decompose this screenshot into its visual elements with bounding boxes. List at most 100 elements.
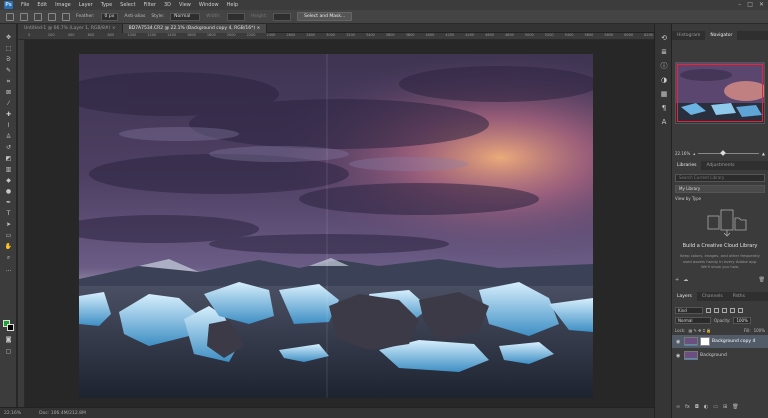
adjustment-layer-icon[interactable]: ◐ [704, 404, 708, 410]
filter-smart-object-icon[interactable] [738, 307, 743, 313]
tab-layers[interactable]: Layers [672, 292, 697, 301]
marquee-tool-icon[interactable]: ⬚ [4, 45, 13, 52]
menu-filter[interactable]: Filter [144, 2, 156, 8]
hand-tool-icon[interactable]: ✋ [4, 243, 13, 250]
menu-type[interactable]: Type [101, 2, 112, 8]
zoom-out-icon[interactable]: ▴ [693, 151, 695, 156]
layer-row[interactable]: ◉ Background [672, 349, 768, 362]
tab-adjustments[interactable]: Adjustments [701, 161, 739, 170]
trash-icon[interactable]: 🗑 [759, 277, 765, 283]
cloud-icon[interactable]: ☁ [683, 277, 688, 283]
tab-paths[interactable]: Paths [728, 292, 750, 301]
lasso-tool-icon[interactable]: ᘐ [4, 56, 13, 63]
layer-row[interactable]: ◉ Background copy 4 [672, 335, 768, 348]
character-panel-icon[interactable]: A [660, 118, 668, 126]
layer-style-icon[interactable]: fx [685, 404, 690, 410]
add-mask-icon[interactable]: ◘ [695, 404, 699, 410]
clone-stamp-icon[interactable]: ♙ [4, 133, 13, 140]
rectangle-tool-icon[interactable]: ▭ [4, 232, 13, 239]
menu-help[interactable]: Help [227, 2, 238, 8]
visibility-eye-icon[interactable]: ◉ [676, 339, 682, 345]
menu-image[interactable]: Image [55, 2, 71, 8]
eraser-tool-icon[interactable]: ◩ [4, 155, 13, 162]
document-image[interactable] [79, 54, 593, 398]
frame-tool-icon[interactable]: ⊠ [4, 89, 13, 96]
layer-name[interactable]: Background [700, 353, 727, 358]
zoom-slider-handle[interactable] [720, 150, 727, 156]
color-panel-icon[interactable]: ◑ [660, 76, 668, 84]
quick-select-tool-icon[interactable]: ✎ [4, 67, 13, 74]
width-input[interactable] [226, 12, 245, 21]
canvas-area[interactable] [25, 40, 654, 407]
menu-window[interactable]: Window [199, 2, 219, 8]
layer-mask-thumbnail[interactable] [700, 337, 710, 346]
filter-shape-icon[interactable] [730, 307, 735, 313]
tab-channels[interactable]: Channels [697, 292, 728, 301]
height-input[interactable] [273, 12, 292, 21]
navigator-view-frame[interactable] [677, 64, 763, 122]
tab-navigator[interactable]: Navigator [705, 31, 738, 40]
maximize-button[interactable]: □ [747, 1, 753, 8]
dodge-tool-icon[interactable]: ● [4, 188, 13, 195]
swatches-panel-icon[interactable]: ▦ [660, 90, 668, 98]
add-content-icon[interactable]: + [675, 277, 679, 283]
filter-adjustment-icon[interactable] [714, 307, 719, 313]
zoom-slider[interactable] [698, 150, 759, 156]
close-button[interactable]: ✕ [759, 1, 764, 8]
lock-icons[interactable]: ▦ ✎ ✥ ⌗ 🔒 [688, 328, 711, 333]
blur-tool-icon[interactable]: ◆ [4, 177, 13, 184]
history-brush-icon[interactable]: ↺ [4, 144, 13, 151]
properties-panel-icon[interactable]: ≣ [660, 48, 668, 56]
menu-edit[interactable]: Edit [37, 2, 47, 8]
more-tools-icon[interactable]: ··· [4, 268, 13, 275]
status-zoom[interactable]: 22.16% [4, 411, 21, 416]
eyedropper-tool-icon[interactable]: ⁄ [4, 100, 13, 107]
new-selection-icon[interactable] [20, 12, 28, 21]
menu-3d[interactable]: 3D [164, 2, 171, 8]
tab-histogram[interactable]: Histogram [672, 31, 705, 40]
menu-layer[interactable]: Layer [79, 2, 93, 8]
paragraph-panel-icon[interactable]: ¶ [660, 104, 668, 112]
filter-pixel-icon[interactable] [706, 307, 711, 313]
screen-mode-icon[interactable]: ▢ [4, 348, 13, 355]
antialias-checkbox[interactable]: Anti-alias [124, 14, 145, 19]
feather-input[interactable]: 0 px [100, 12, 119, 21]
brush-tool-icon[interactable]: ⌇ [4, 122, 13, 129]
menu-view[interactable]: View [179, 2, 191, 8]
library-search-input[interactable]: Search Current Library [675, 174, 765, 182]
history-panel-icon[interactable]: ⟲ [660, 34, 668, 42]
navigator-thumbnail[interactable] [675, 62, 765, 124]
menu-file[interactable]: File [21, 2, 29, 8]
healing-brush-icon[interactable]: ✚ [4, 111, 13, 118]
crop-tool-icon[interactable]: ⌗ [4, 78, 13, 85]
pen-tool-icon[interactable]: ✒ [4, 199, 13, 206]
delete-layer-icon[interactable]: 🗑 [732, 404, 738, 410]
marquee-tool-icon[interactable] [6, 12, 14, 21]
tab-libraries[interactable]: Libraries [672, 161, 702, 170]
type-tool-icon[interactable]: T [4, 210, 13, 217]
new-layer-icon[interactable]: ⊞ [723, 404, 727, 410]
minimize-button[interactable]: – [738, 1, 741, 8]
filter-type-icon[interactable] [722, 307, 727, 313]
visibility-eye-icon[interactable]: ◉ [676, 353, 682, 359]
add-selection-icon[interactable] [34, 12, 42, 21]
view-by-type-select[interactable]: View by Type [675, 196, 701, 201]
info-panel-icon[interactable]: ⓘ [660, 62, 668, 70]
fill-input[interactable]: 100% [754, 328, 765, 333]
group-icon[interactable]: ▭ [713, 404, 718, 410]
subtract-selection-icon[interactable] [48, 12, 56, 21]
vertical-ruler[interactable] [18, 40, 25, 407]
style-select[interactable]: Normal [170, 12, 201, 21]
quick-mask-icon[interactable]: ◙ [4, 336, 13, 343]
intersect-selection-icon[interactable] [62, 12, 70, 21]
layer-kind-select[interactable]: Kind [675, 306, 703, 314]
zoom-tool-icon[interactable]: ⌕ [4, 254, 13, 261]
gradient-tool-icon[interactable]: ▥ [4, 166, 13, 173]
blend-mode-select[interactable]: Normal [675, 316, 711, 324]
menu-select[interactable]: Select [120, 2, 135, 8]
opacity-input[interactable]: 100% [733, 316, 751, 324]
status-doc-size[interactable]: Doc: 106.4M/212.8M [39, 411, 86, 416]
library-select[interactable]: My Library [675, 185, 765, 193]
path-select-icon[interactable]: ➤ [4, 221, 13, 228]
tab-active-document[interactable]: BD7A7534.CR2 @ 22.1% (Background copy 4,… [122, 24, 268, 33]
